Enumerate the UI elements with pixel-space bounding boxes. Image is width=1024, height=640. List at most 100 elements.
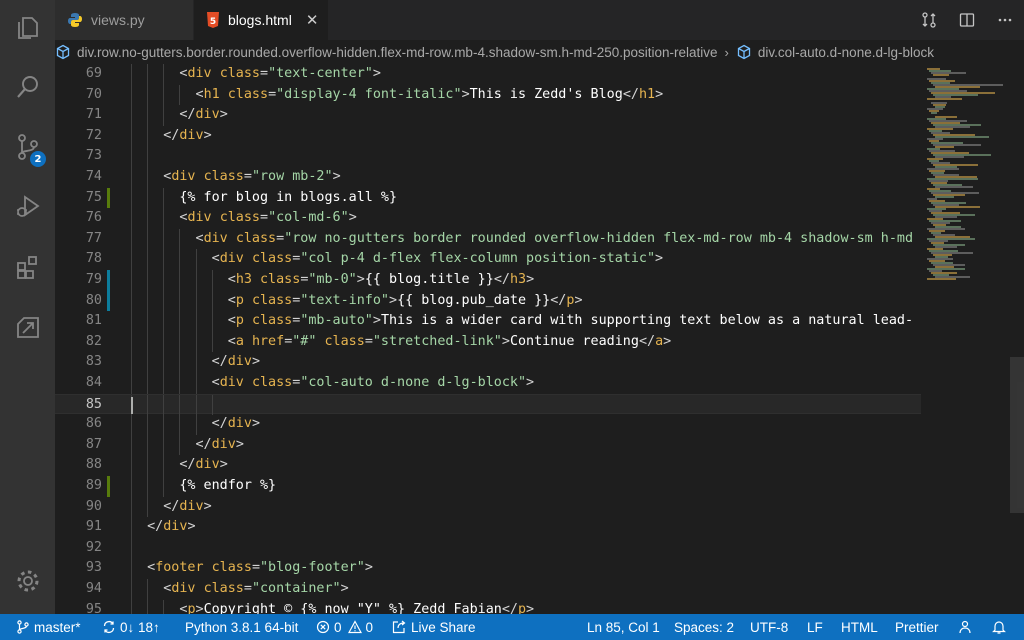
gear-icon[interactable]: [0, 556, 55, 606]
line-number: 70: [85, 86, 102, 102]
minimap-line: [935, 136, 990, 138]
code-line[interactable]: 79 <h3 class="mb-0">{{ blog.title }}</h3…: [55, 270, 921, 291]
minimap-line: [927, 98, 963, 100]
code-line[interactable]: 90 </div>: [55, 496, 921, 518]
line-number: 78: [85, 251, 102, 267]
tab-blogs-html[interactable]: 5 blogs.html ✕: [194, 0, 328, 40]
language-mode[interactable]: HTML: [841, 614, 878, 640]
code-line[interactable]: 69 <div class="text-center">: [55, 64, 921, 85]
explorer-icon[interactable]: [0, 2, 55, 52]
indent-guide: [131, 146, 132, 167]
search-icon[interactable]: [0, 62, 55, 112]
line-number: 79: [85, 272, 102, 287]
code-text: <a href="#" class="stretched-link">Conti…: [227, 333, 672, 349]
indent-guide: [147, 146, 149, 167]
code-text: {% for blog in blogs.all %}: [179, 189, 398, 205]
code-line[interactable]: 86 </div>: [55, 414, 921, 435]
code-text: </div>: [179, 457, 228, 473]
line-number: 76: [85, 210, 102, 226]
code-editor[interactable]: 69 <div class="text-center"> 70 <h1 class…: [55, 64, 921, 614]
code-text: </div>: [211, 354, 260, 370]
extensions-icon[interactable]: [0, 242, 55, 292]
indent-guide: [195, 394, 197, 416]
remote-explorer-icon[interactable]: [0, 302, 55, 352]
line-number: 86: [85, 416, 102, 432]
line-number: 87: [85, 436, 102, 452]
cursor-position[interactable]: Ln 85, Col 1: [587, 614, 660, 640]
line-number: 93: [85, 560, 102, 576]
tab-views-py[interactable]: views.py: [55, 0, 193, 40]
minimap-line: [931, 112, 938, 114]
indent-guide: [163, 394, 165, 416]
code-text: <p class="text-info">{{ blog.pub_date }}…: [227, 292, 583, 308]
notifications-bell-icon[interactable]: [991, 614, 1011, 640]
code-line[interactable]: 75 {% for blog in blogs.all %}: [55, 187, 921, 209]
code-line[interactable]: 80 <p class="text-info">{{ blog.pub_date…: [55, 290, 921, 312]
eol-status[interactable]: LF: [807, 614, 823, 640]
git-gutter-added[interactable]: [107, 187, 110, 209]
code-text: </div>: [163, 127, 212, 143]
code-line[interactable]: 92: [55, 537, 921, 559]
compare-changes-icon[interactable]: [910, 12, 948, 28]
run-debug-icon[interactable]: [0, 182, 55, 232]
line-number: 83: [85, 354, 102, 370]
problems-status[interactable]: 0 0: [316, 614, 373, 640]
breadcrumb: div.row.no-gutters.border.rounded.overfl…: [55, 40, 1024, 64]
code-line[interactable]: 82 <a href="#" class="stretched-link">Co…: [55, 331, 921, 353]
git-gutter-modified[interactable]: [107, 270, 110, 291]
git-gutter-modified[interactable]: [107, 290, 110, 312]
minimap-line: [927, 278, 956, 280]
code-line[interactable]: 85: [55, 393, 921, 416]
minimap-line: [933, 74, 949, 76]
feedback-icon[interactable]: [957, 614, 977, 640]
code-line[interactable]: 70 <h1 class="display-4 font-italic">Thi…: [55, 84, 921, 106]
code-line[interactable]: 89 {% endfor %}: [55, 476, 921, 497]
line-number: 85: [85, 396, 102, 412]
code-line[interactable]: 88 </div>: [55, 455, 921, 476]
formatter-status[interactable]: Prettier: [895, 614, 939, 640]
close-icon[interactable]: ✕: [306, 11, 319, 29]
line-number: 94: [85, 581, 102, 596]
line-number: 81: [85, 313, 102, 329]
python-interpreter[interactable]: Python 3.8.1 64-bit: [185, 614, 298, 640]
code-line[interactable]: 94 <div class="container">: [55, 579, 921, 600]
breadcrumb-item[interactable]: div.row.no-gutters.border.rounded.overfl…: [55, 44, 718, 60]
code-line[interactable]: 76 <div class="col-md-6">: [55, 208, 921, 229]
encoding-status[interactable]: UTF-8: [750, 614, 788, 640]
code-line[interactable]: 83 </div>: [55, 352, 921, 373]
code-text: </div>: [211, 416, 260, 432]
code-line[interactable]: 84 <div class="col-auto d-none d-lg-bloc…: [55, 373, 921, 394]
more-actions-icon[interactable]: [986, 12, 1024, 28]
code-line[interactable]: 72 </div>: [55, 125, 921, 147]
warning-icon: [347, 620, 362, 634]
code-line[interactable]: 93 <footer class="blog-footer">: [55, 558, 921, 579]
code-line[interactable]: 74 <div class="row mb-2">: [55, 167, 921, 188]
sync-status[interactable]: 0↓ 18↑: [102, 614, 160, 640]
code-line[interactable]: 81 <p class="mb-auto">This is a wider ca…: [55, 311, 921, 332]
code-line[interactable]: 77 <div class="row no-gutters border rou…: [55, 228, 921, 250]
branch-status[interactable]: master*: [16, 614, 81, 640]
live-share-button[interactable]: Live Share: [392, 614, 476, 640]
source-control-badge: 2: [30, 151, 46, 167]
split-editor-icon[interactable]: [948, 12, 986, 28]
git-gutter-added[interactable]: [107, 476, 110, 497]
scrollbar-thumb[interactable]: [1010, 357, 1024, 513]
code-line[interactable]: 87 </div>: [55, 434, 921, 456]
code-line[interactable]: 95 <p>Copyright © {% now "Y" %} Zedd Fab…: [55, 599, 921, 614]
code-line[interactable]: 78 <div class="col p-4 d-flex flex-colum…: [55, 249, 921, 270]
code-line[interactable]: 71 </div>: [55, 105, 921, 126]
code-text: {% endfor %}: [179, 478, 277, 493]
code-text: <p>Copyright © {% now "Y" %} Zedd Fabian…: [179, 601, 535, 614]
minimap[interactable]: [921, 64, 1024, 614]
svg-text:5: 5: [210, 17, 216, 27]
activity-bar: 2: [0, 0, 55, 614]
breadcrumb-item[interactable]: div.col-auto.d-none.d-lg-block: [736, 44, 934, 60]
code-text: </div>: [163, 498, 212, 514]
indentation-status[interactable]: Spaces: 2: [674, 614, 734, 640]
code-text: </div>: [179, 107, 228, 123]
code-text: <p class="mb-auto">This is a wider card …: [227, 313, 914, 329]
source-control-icon[interactable]: 2: [0, 122, 55, 172]
code-line[interactable]: 73: [55, 146, 921, 167]
symbol-element-icon: [56, 44, 70, 60]
code-line[interactable]: 91 </div>: [55, 517, 921, 538]
